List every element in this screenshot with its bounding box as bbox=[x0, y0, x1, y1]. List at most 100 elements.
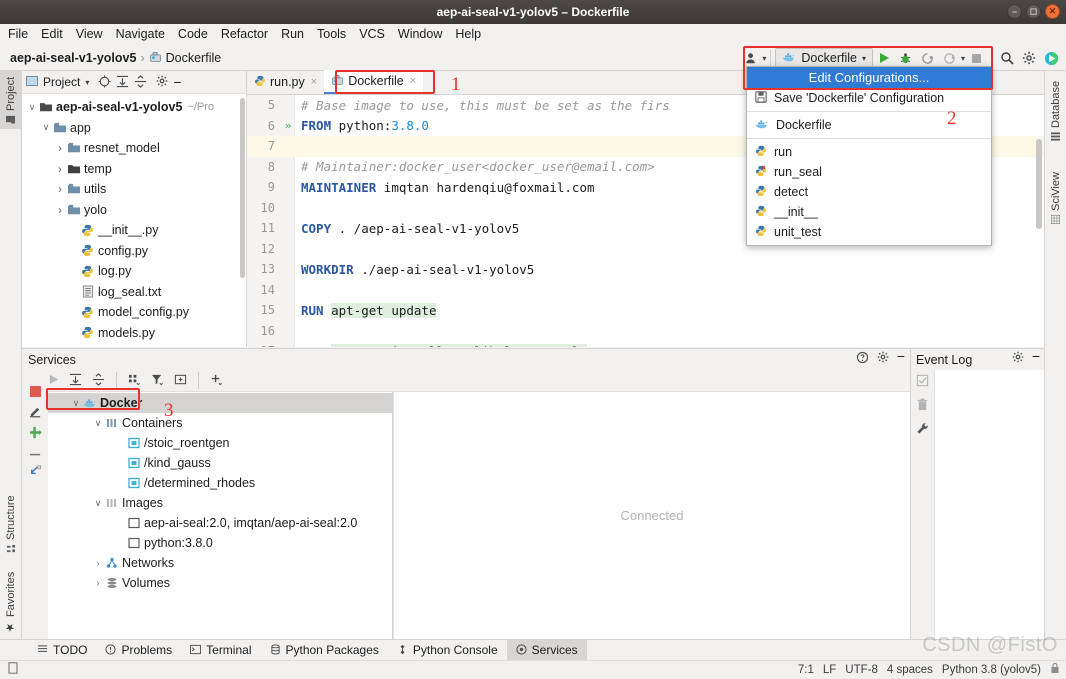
menu-item-help[interactable]: Help bbox=[455, 27, 481, 41]
project-tree-item[interactable]: log_seal.txt bbox=[22, 282, 246, 303]
project-tree-item[interactable]: ∨ aep-ai-seal-v1-yolov5 ~/Pro bbox=[22, 97, 246, 118]
breadcrumb-file[interactable]: Dockerfile bbox=[149, 50, 221, 66]
menu-item-edit-configurations[interactable]: Edit Configurations... bbox=[747, 67, 991, 88]
user-account-caret-icon[interactable]: ▾ bbox=[762, 54, 766, 63]
menu-item-tools[interactable]: Tools bbox=[317, 27, 346, 41]
hide-panel-icon[interactable]: − bbox=[173, 75, 181, 89]
chevron-down-icon[interactable]: ∨ bbox=[92, 498, 104, 509]
sidebar-tab-structure[interactable]: Structure bbox=[0, 489, 22, 559]
services-tree-item[interactable]: ∨ Images bbox=[48, 493, 392, 513]
chevron-right-icon[interactable]: › bbox=[92, 578, 104, 588]
memory-icon[interactable] bbox=[8, 662, 19, 678]
sidebar-tab-sciview[interactable]: SciView bbox=[1045, 163, 1066, 233]
status-line-separator[interactable]: LF bbox=[823, 664, 836, 676]
project-tree-item[interactable]: __init__.py bbox=[22, 220, 246, 241]
gear-icon[interactable] bbox=[1012, 351, 1024, 366]
project-tree-item[interactable]: › utils bbox=[22, 179, 246, 200]
sidebar-tab-database[interactable]: Database bbox=[1045, 73, 1066, 149]
menu-item-edit[interactable]: Edit bbox=[41, 27, 63, 41]
chevron-down-icon[interactable]: ∨ bbox=[26, 102, 38, 113]
project-scrollbar[interactable] bbox=[240, 98, 245, 278]
delete-icon[interactable] bbox=[916, 398, 929, 413]
project-tree-item[interactable]: log.py bbox=[22, 261, 246, 282]
project-panel-caret-icon[interactable]: ▾ bbox=[85, 78, 89, 87]
chevron-down-icon[interactable]: ∨ bbox=[92, 418, 104, 429]
expand-all-icon[interactable] bbox=[116, 75, 129, 90]
services-tree-item[interactable]: ∨ Docker bbox=[48, 393, 392, 413]
menu-item-unit-test[interactable]: unit_test bbox=[747, 222, 991, 242]
services-tree-item[interactable]: ∨ Containers bbox=[48, 413, 392, 433]
collapse-all-icon[interactable] bbox=[92, 373, 105, 388]
gear-icon[interactable] bbox=[877, 351, 889, 367]
services-tree-item[interactable]: python:3.8.0 bbox=[48, 533, 392, 553]
status-indent[interactable]: 4 spaces bbox=[887, 664, 933, 676]
run-configuration-dropdown[interactable]: Edit Configurations... Save 'Dockerfile'… bbox=[746, 66, 992, 246]
add-icon[interactable] bbox=[210, 373, 223, 388]
services-tree-item[interactable]: /kind_gauss bbox=[48, 453, 392, 473]
updates-icon[interactable] bbox=[1040, 47, 1062, 69]
code-line[interactable]: 16 bbox=[247, 321, 1044, 342]
maximize-button[interactable]: ◻ bbox=[1026, 4, 1041, 19]
menu-item-init[interactable]: __init__ bbox=[747, 202, 991, 222]
bottom-tab-python-console[interactable]: Python Console bbox=[388, 640, 507, 661]
menu-item-code[interactable]: Code bbox=[178, 27, 208, 41]
hide-panel-icon[interactable]: − bbox=[1032, 349, 1040, 366]
chevron-down-icon[interactable]: ∨ bbox=[70, 398, 82, 409]
menu-item-refactor[interactable]: Refactor bbox=[221, 27, 268, 41]
project-tree-item[interactable]: › temp bbox=[22, 159, 246, 180]
deploy-icon[interactable] bbox=[29, 426, 42, 441]
chevron-down-icon[interactable]: ▾ bbox=[862, 54, 866, 63]
project-tree-item[interactable]: config.py bbox=[22, 241, 246, 262]
bottom-tab-services[interactable]: Services bbox=[506, 639, 587, 661]
menu-item-run-seal[interactable]: run_seal bbox=[747, 162, 991, 182]
project-tree-item[interactable]: model_config.py bbox=[22, 302, 246, 323]
close-button[interactable]: ✕ bbox=[1045, 4, 1060, 19]
shrink-icon[interactable] bbox=[29, 465, 42, 480]
menu-item-run[interactable]: Run bbox=[281, 27, 304, 41]
editor-scrollbar[interactable] bbox=[1036, 139, 1042, 229]
services-tree-item[interactable]: › Volumes bbox=[48, 573, 392, 593]
group-icon[interactable] bbox=[128, 373, 141, 388]
chevron-right-icon[interactable]: › bbox=[54, 162, 66, 176]
editor-tab-close-icon[interactable]: × bbox=[311, 76, 317, 88]
project-tree-item[interactable]: models.py bbox=[22, 323, 246, 344]
bottom-tab-todo[interactable]: TODO bbox=[28, 640, 96, 661]
collapse-all-icon[interactable] bbox=[134, 74, 147, 90]
bottom-tab-problems[interactable]: Problems bbox=[96, 640, 181, 661]
stop-icon[interactable] bbox=[29, 386, 41, 399]
minimize-button[interactable]: − bbox=[1007, 4, 1022, 19]
project-tree-item[interactable]: › yolo bbox=[22, 200, 246, 221]
services-tree-item[interactable]: /determined_rhodes bbox=[48, 473, 392, 493]
services-tree[interactable]: ∨ Docker ∨ Containers/stoic_roentgen/kind_g… bbox=[48, 392, 393, 639]
configure-icon[interactable] bbox=[916, 422, 929, 437]
project-tree[interactable]: ∨ aep-ai-seal-v1-yolov5 ~/Pro ∨ app › resnet_m… bbox=[22, 94, 246, 347]
edit-icon[interactable] bbox=[29, 405, 42, 420]
menu-item-window[interactable]: Window bbox=[398, 27, 442, 41]
project-tree-item[interactable]: › resnet_model bbox=[22, 138, 246, 159]
filter-icon[interactable] bbox=[151, 373, 164, 388]
chevron-right-icon[interactable]: › bbox=[92, 558, 104, 568]
chevron-right-icon[interactable]: › bbox=[54, 141, 66, 155]
project-tree-item[interactable]: ∨ app bbox=[22, 118, 246, 139]
expand-all-icon[interactable] bbox=[69, 373, 82, 388]
editor-tab-dockerfile[interactable]: Dockerfile × bbox=[324, 70, 424, 94]
code-line[interactable]: 15 RUN apt-get update bbox=[247, 300, 1044, 321]
status-encoding[interactable]: UTF-8 bbox=[845, 664, 878, 676]
hide-panel-icon[interactable]: − bbox=[897, 349, 905, 367]
bottom-tab-python-packages[interactable]: Python Packages bbox=[261, 640, 388, 661]
menu-item-save-configuration[interactable]: Save 'Dockerfile' Configuration bbox=[747, 88, 991, 108]
chevron-right-icon[interactable]: › bbox=[54, 182, 66, 196]
menu-item-view[interactable]: View bbox=[76, 27, 103, 41]
services-tree-item[interactable]: /stoic_roentgen bbox=[48, 433, 392, 453]
add-tab-icon[interactable] bbox=[174, 373, 187, 388]
services-tree-item[interactable]: › Networks bbox=[48, 553, 392, 573]
code-line[interactable]: 13 WORKDIR ./aep-ai-seal-v1-yolov5 bbox=[247, 259, 1044, 280]
panel-settings-icon[interactable] bbox=[156, 75, 168, 89]
help-icon[interactable] bbox=[856, 351, 869, 367]
remove-icon[interactable] bbox=[29, 447, 42, 459]
services-tree-item[interactable]: aep-ai-seal:2.0, imqtan/aep-ai-seal:2.0 bbox=[48, 513, 392, 533]
menu-item-detect[interactable]: detect bbox=[747, 182, 991, 202]
menu-item-run[interactable]: run bbox=[747, 142, 991, 162]
mark-read-icon[interactable] bbox=[916, 374, 929, 389]
menu-item-navigate[interactable]: Navigate bbox=[116, 27, 165, 41]
